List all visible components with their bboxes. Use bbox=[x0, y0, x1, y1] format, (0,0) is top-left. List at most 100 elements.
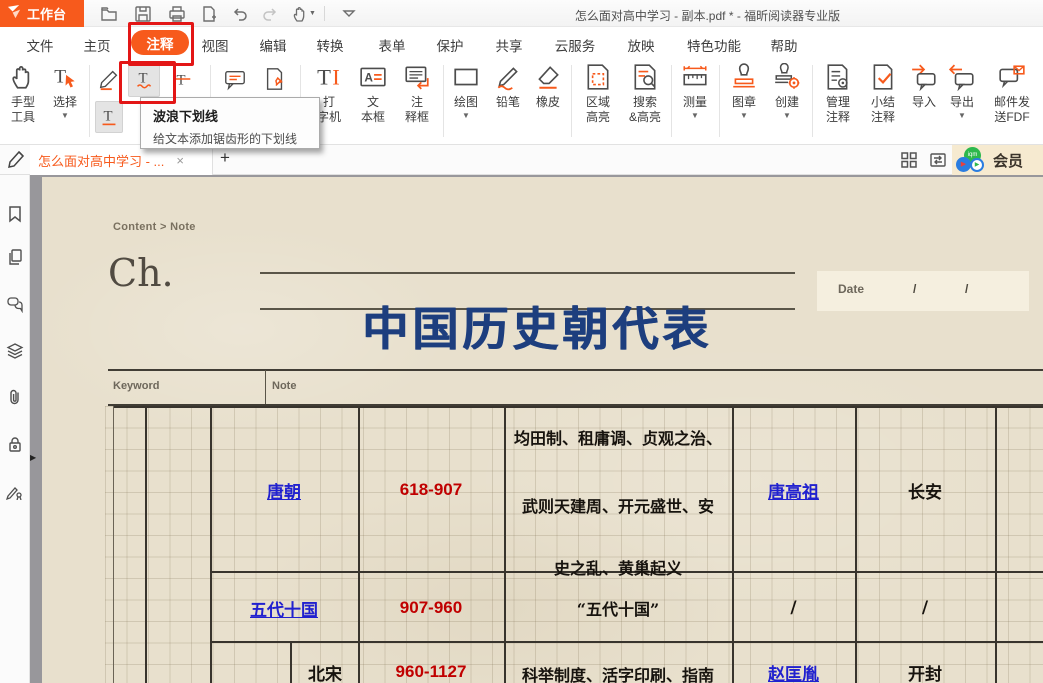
member-apps-logo-icon: iqm▶▶ bbox=[955, 147, 989, 174]
table-row1-founder[interactable]: 唐高祖 bbox=[732, 477, 855, 503]
bookmarks-panel-icon[interactable] bbox=[6, 205, 24, 223]
menu-file[interactable]: 文件 bbox=[27, 35, 54, 55]
table-row3-founder[interactable]: 赵匡胤 bbox=[732, 659, 855, 683]
header-rule bbox=[108, 369, 1043, 371]
table-row2-dynasty[interactable]: 五代十国 bbox=[210, 595, 358, 621]
attachments-panel-icon[interactable] bbox=[6, 388, 24, 406]
hand-tool-button[interactable]: 手型 工具 bbox=[2, 61, 44, 125]
document-tabbar: 怎么面对高中学习 - ... × + iqm▶▶ 会员 bbox=[0, 145, 1043, 175]
create-stamp-button[interactable]: 创建 ▼ bbox=[766, 61, 808, 120]
select-tool-button[interactable]: T 选择 ▼ bbox=[44, 61, 86, 120]
undo-icon[interactable] bbox=[231, 5, 249, 23]
import-comments-button[interactable]: 导入 bbox=[905, 61, 943, 110]
redo-icon[interactable] bbox=[261, 5, 279, 23]
menu-play[interactable]: 放映 bbox=[628, 35, 655, 55]
search-highlight-button[interactable]: 搜索 &高亮 bbox=[621, 61, 669, 125]
pencil-button[interactable]: 铅笔 bbox=[488, 61, 528, 110]
squiggly-underline-tool-icon[interactable]: T bbox=[128, 61, 160, 97]
menu-comment-active[interactable]: 注释 bbox=[131, 30, 189, 55]
stamp-button[interactable]: 图章 ▼ bbox=[723, 61, 765, 120]
customize-toolbar-chevron-icon[interactable] bbox=[340, 5, 358, 23]
menu-share[interactable]: 共享 bbox=[496, 35, 523, 55]
member-bar[interactable]: iqm▶▶ 会员 bbox=[952, 145, 1043, 175]
keyword-label: Keyword bbox=[113, 380, 159, 392]
textbox-button[interactable]: A 文 本框 bbox=[350, 61, 396, 125]
svg-text:T: T bbox=[176, 73, 185, 89]
area-highlight-button[interactable]: 区域 高亮 bbox=[575, 61, 621, 125]
menu-home[interactable]: 主页 bbox=[84, 35, 111, 55]
document-tab[interactable]: 怎么面对高中学习 - ... × bbox=[30, 145, 213, 175]
document-viewport[interactable]: Content > Note Ch. 中国历史朝代表 Date / / Keyw… bbox=[30, 175, 1043, 683]
menu-convert[interactable]: 转换 bbox=[317, 35, 344, 55]
svg-text:I: I bbox=[332, 65, 340, 90]
area-highlight-icon bbox=[583, 61, 613, 93]
reader-mode-icon[interactable] bbox=[929, 151, 947, 169]
table-row1-note-line1: 均田制、租庸调、贞观之治、 bbox=[504, 425, 732, 449]
pages-panel-icon[interactable] bbox=[6, 248, 24, 266]
save-icon[interactable] bbox=[134, 5, 152, 23]
window-title: 怎么面对高中学习 - 副本.pdf * - 福昕阅读器专业版 bbox=[380, 7, 1035, 24]
page-title: 中国历史朝代表 bbox=[302, 293, 772, 359]
menu-form[interactable]: 表单 bbox=[379, 35, 406, 55]
select-caret: ▼ bbox=[61, 112, 69, 120]
workspace-label: 工作台 bbox=[27, 4, 66, 23]
menu-view[interactable]: 视图 bbox=[202, 35, 229, 55]
table-row1-note-line3: 史之乱、黄巢起义 bbox=[504, 555, 732, 579]
export-comments-button[interactable]: 导出 ▼ bbox=[942, 61, 982, 120]
eraser-button[interactable]: 橡皮 bbox=[528, 61, 568, 110]
svg-text:T: T bbox=[103, 109, 112, 125]
email-fdf-button[interactable]: 邮件发 送FDF bbox=[983, 61, 1041, 125]
file-attachment-note-tool-icon[interactable] bbox=[260, 64, 290, 94]
drawing-button[interactable]: 绘图 ▼ bbox=[446, 61, 486, 120]
table-row1-dynasty[interactable]: 唐朝 bbox=[210, 477, 358, 503]
signature-panel-icon[interactable] bbox=[6, 482, 24, 500]
svg-text:T: T bbox=[54, 66, 66, 87]
security-panel-icon[interactable] bbox=[6, 435, 24, 453]
highlighter-pen-icon[interactable] bbox=[6, 149, 26, 169]
chapter-label: Ch. bbox=[108, 251, 174, 295]
typewriter-icon: TI bbox=[314, 61, 344, 93]
grid-view-icon[interactable] bbox=[900, 151, 918, 169]
summarize-comments-button[interactable]: 小结 注释 bbox=[860, 61, 906, 125]
stamp-icon bbox=[729, 61, 759, 93]
menu-features[interactable]: 特色功能 bbox=[687, 35, 741, 55]
strikeout-tool-icon[interactable]: T bbox=[168, 64, 196, 94]
menu-cloud[interactable]: 云服务 bbox=[555, 35, 596, 55]
manage-comments-button[interactable]: 管理 注释 bbox=[815, 61, 861, 125]
menu-edit[interactable]: 编辑 bbox=[260, 35, 287, 55]
table-border-v1 bbox=[145, 406, 147, 683]
print-icon[interactable] bbox=[168, 5, 186, 23]
open-file-icon[interactable] bbox=[100, 5, 118, 23]
table-border-v0 bbox=[113, 406, 114, 683]
layers-panel-icon[interactable] bbox=[6, 342, 24, 360]
table-row2-capital: / bbox=[855, 595, 995, 621]
hand-gesture-icon[interactable] bbox=[291, 5, 309, 23]
add-page-icon[interactable] bbox=[200, 5, 218, 23]
date-slash-1: / bbox=[913, 282, 916, 296]
hand-caret[interactable]: ▼ bbox=[309, 10, 316, 17]
textbox-icon: A bbox=[358, 61, 388, 93]
svg-text:T: T bbox=[317, 65, 331, 90]
note-comment-tool-icon[interactable] bbox=[220, 66, 250, 94]
menu-protect[interactable]: 保护 bbox=[437, 35, 464, 55]
sidebar-expand-handle[interactable]: ▶ bbox=[30, 446, 40, 468]
tooltip-squiggly-underline: 波浪下划线 给文本添加锯齿形的下划线 bbox=[140, 97, 320, 149]
comments-panel-icon[interactable] bbox=[6, 295, 24, 313]
underline-tool-icon[interactable]: T bbox=[95, 101, 123, 133]
workspace-button[interactable]: 工作台 bbox=[0, 0, 84, 27]
navigation-sidebar bbox=[0, 175, 30, 683]
new-tab-button[interactable]: + bbox=[220, 148, 230, 168]
import-comments-icon bbox=[909, 61, 939, 93]
tooltip-description: 给文本添加锯齿形的下划线 bbox=[153, 130, 307, 147]
pdf-page: Content > Note Ch. 中国历史朝代表 Date / / Keyw… bbox=[42, 177, 1043, 683]
search-highlight-icon bbox=[630, 61, 660, 93]
date-label: Date bbox=[838, 282, 864, 296]
callout-button[interactable]: 注 释框 bbox=[394, 61, 440, 125]
table-row1-years: 618-907 bbox=[358, 477, 504, 503]
callout-icon bbox=[402, 61, 432, 93]
manage-comments-icon bbox=[823, 61, 853, 93]
measure-button[interactable]: 测量 ▼ bbox=[674, 61, 716, 120]
menu-help[interactable]: 帮助 bbox=[771, 35, 798, 55]
tab-close-icon[interactable]: × bbox=[176, 153, 184, 168]
highlight-tool-icon[interactable] bbox=[95, 64, 123, 94]
